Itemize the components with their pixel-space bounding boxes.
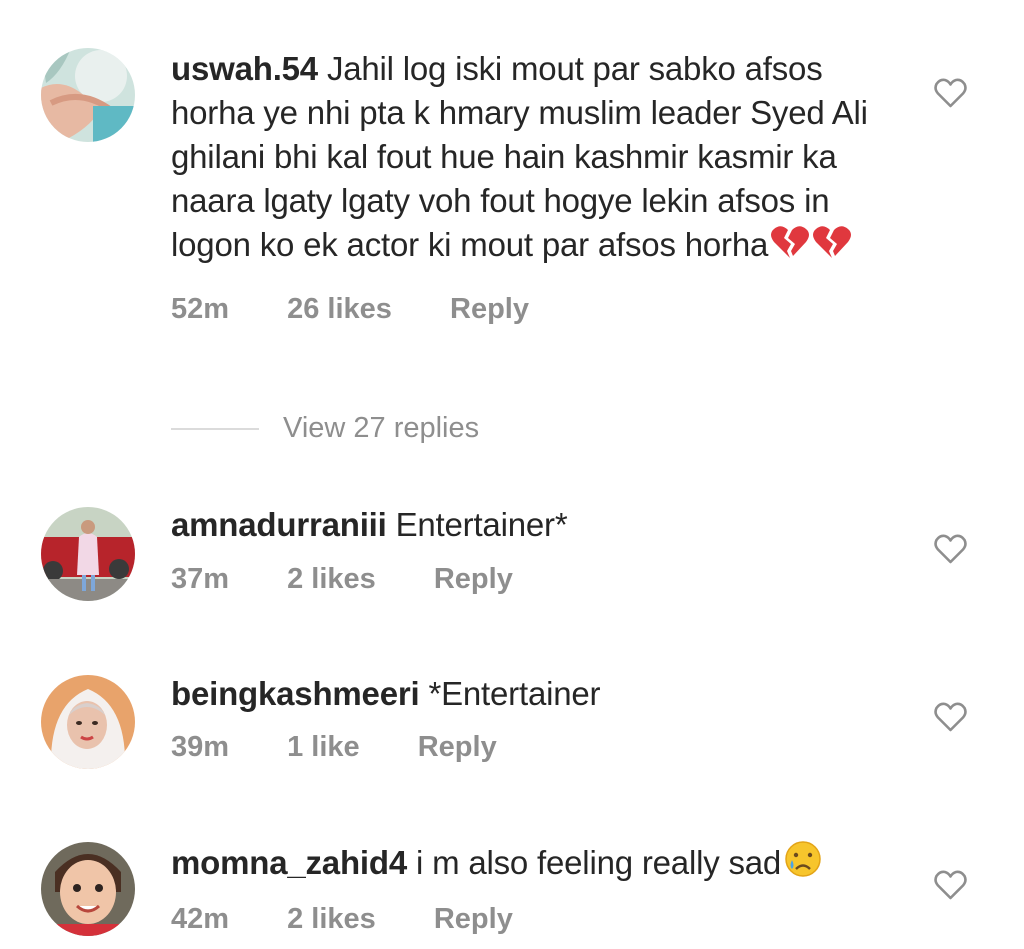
broken-heart-emoji <box>812 224 852 271</box>
comment-time: 52m <box>171 293 230 325</box>
comment-meta: 52m 26 likes Reply <box>171 293 901 326</box>
reply-button[interactable]: Reply <box>418 731 497 764</box>
comment-meta: 37m 2 likes Reply <box>171 563 901 596</box>
like-heart-icon[interactable] <box>934 534 967 564</box>
avatar[interactable] <box>41 842 135 936</box>
comment-text: amnadurraniii Entertainer* <box>171 503 901 547</box>
comment-meta: 39m 1 like Reply <box>171 731 901 764</box>
crying-face-emoji <box>783 840 823 889</box>
view-replies-label[interactable]: View 27 replies <box>283 412 479 445</box>
reply-button[interactable]: Reply <box>434 903 513 936</box>
comment-likes[interactable]: 1 like <box>287 731 360 764</box>
comment-text: uswah.54 Jahil log iski mout par sabko a… <box>171 47 901 271</box>
comment-username[interactable]: momna_zahid4 <box>171 844 407 881</box>
broken-heart-emoji <box>770 224 810 271</box>
reply-button[interactable]: Reply <box>450 293 529 326</box>
avatar[interactable] <box>41 675 135 769</box>
comment-username[interactable]: amnadurraniii <box>171 506 387 543</box>
avatar[interactable] <box>41 48 135 142</box>
comment-likes[interactable]: 26 likes <box>287 293 392 326</box>
comment-text: momna_zahid4 i m also feeling really sad <box>171 840 901 889</box>
comment-username[interactable]: beingkashmeeri <box>171 675 420 712</box>
comment-likes[interactable]: 2 likes <box>287 903 376 936</box>
comment-time: 39m <box>171 731 230 763</box>
comment-body: i m also feeling really sad <box>415 844 782 881</box>
view-replies-button[interactable]: View 27 replies <box>171 412 479 445</box>
like-heart-icon[interactable] <box>934 78 967 108</box>
like-heart-icon[interactable] <box>934 702 967 732</box>
replies-divider <box>171 427 259 430</box>
comment-meta: 42m 2 likes Reply <box>171 903 901 936</box>
comment-time: 37m <box>171 563 230 595</box>
like-heart-icon[interactable] <box>934 870 967 900</box>
avatar[interactable] <box>41 507 135 601</box>
comment-likes[interactable]: 2 likes <box>287 563 376 596</box>
reply-button[interactable]: Reply <box>434 563 513 596</box>
comment-body: *Entertainer <box>428 675 601 712</box>
comment-username[interactable]: uswah.54 <box>171 50 318 87</box>
comment-text: beingkashmeeri *Entertainer <box>171 672 901 716</box>
comment-time: 42m <box>171 903 230 935</box>
comment-body: Entertainer* <box>395 506 568 543</box>
